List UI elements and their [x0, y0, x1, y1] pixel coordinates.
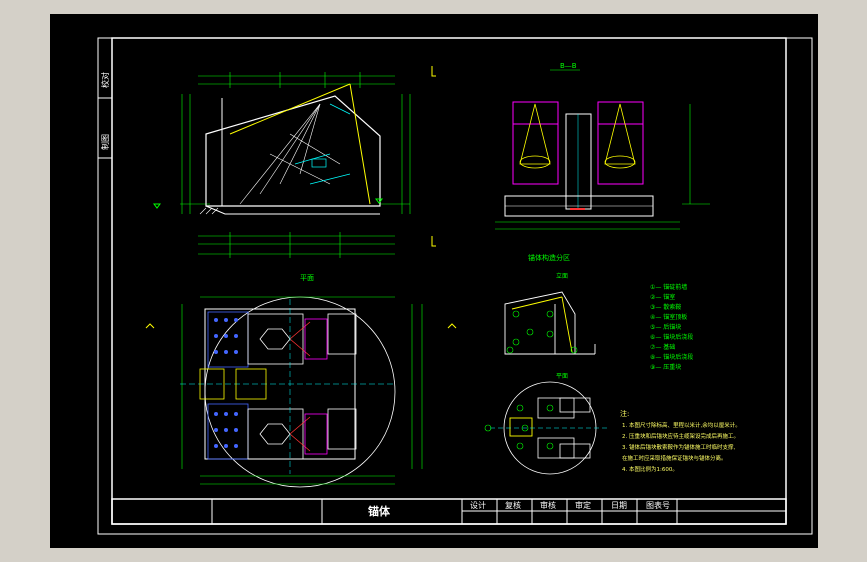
- legend-item-7: ⑦— 基础: [650, 343, 675, 351]
- notes-block: 注: 1. 本图尺寸除标高、里程以米计,余均以厘米计。 2. 压重块和后锚块应待…: [620, 409, 741, 473]
- notes-item-5: 4. 本图比例为1:600。: [622, 465, 678, 473]
- elevation-view: [145, 66, 457, 329]
- title-drawing-name: 锚体: [368, 504, 391, 518]
- legend-item-9: ⑨— 压重块: [650, 363, 681, 371]
- detail-title: 锚体构造分区: [528, 253, 570, 262]
- section-bb-view: B—B: [495, 62, 710, 230]
- plan-view: 平面: [180, 274, 423, 488]
- notes-item-1: 1. 本图尺寸除标高、里程以米计,余均以厘米计。: [622, 421, 741, 429]
- title-label-sheet-no: 图表号: [646, 500, 670, 510]
- engineering-drawing: 校对 制图 锚体 设计 复核 审核 审定 日期 图表号 B—B 平面 锚体构造分…: [97, 37, 813, 535]
- component-legend: ①— 锚碇前墙 ②— 锚室 ③— 散索鞍 ④— 锚室顶板 ⑤— 后锚块 ⑥— 锚…: [650, 283, 693, 371]
- sheet-inner-border: [111, 37, 787, 525]
- title-label-audit: 审核: [540, 500, 556, 510]
- title-label-design: 设计: [470, 500, 486, 510]
- title-label-date: 日期: [611, 501, 627, 510]
- notes-item-4: 在施工时应采取措施保证锚块与锚体分离。: [622, 454, 727, 462]
- legend-item-1: ①— 锚碇前墙: [650, 283, 687, 291]
- stamp-label-draw: 制图: [100, 134, 110, 150]
- stamp-label-check: 校对: [100, 72, 110, 88]
- title-label-approve: 审定: [575, 500, 591, 510]
- detail-front-label: 立面: [556, 272, 568, 280]
- title-label-review: 复核: [505, 500, 521, 510]
- legend-item-4: ④— 锚室顶板: [650, 313, 687, 321]
- notes-heading: 注:: [620, 409, 629, 418]
- notes-item-3: 3. 锚体后锚块散索鞍作为锚体施工时临时支撑,: [622, 443, 735, 451]
- title-block: 锚体 设计 复核 审核 审定 日期 图表号: [111, 498, 787, 525]
- legend-item-8: ⑧— 锚块后浇段: [650, 353, 693, 361]
- detail-partition-view: 锚体构造分区 立面 平面: [484, 253, 610, 475]
- cad-viewport[interactable]: 校对 制图 锚体 设计 复核 审核 审定 日期 图表号 B—B 平面 锚体构造分…: [50, 14, 818, 548]
- legend-item-3: ③— 散索鞍: [650, 303, 681, 311]
- legend-item-2: ②— 锚室: [650, 293, 675, 301]
- legend-item-6: ⑥— 锚块后浇段: [650, 333, 693, 341]
- side-stamp: 校对 制图: [97, 37, 113, 159]
- section-bb-title: B—B: [560, 62, 577, 70]
- legend-item-5: ⑤— 后锚块: [650, 323, 681, 331]
- notes-item-2: 2. 压重块和后锚块应待主缆架设完成后再施工。: [622, 432, 739, 440]
- plan-view-title: 平面: [300, 274, 314, 282]
- detail-plan-label: 平面: [556, 373, 568, 380]
